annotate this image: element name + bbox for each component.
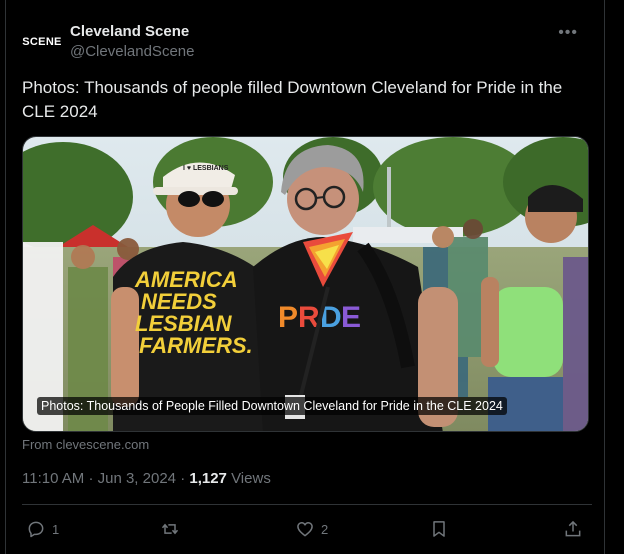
- views-count: 1,127: [189, 470, 227, 487]
- meta-separator-1: ·: [88, 470, 94, 487]
- like-icon: [297, 522, 313, 537]
- action-bar: 1 2: [22, 515, 592, 543]
- tweet-meta: 11:10 AM · Jun 3, 2024 · 1,127 Views: [22, 470, 271, 487]
- shirt-line-4: FARMERS.: [139, 333, 253, 358]
- bookmark-icon: [433, 521, 445, 537]
- tweet-media-card[interactable]: I ♥ LESBIANS AMERICA NEEDS LESBIAN FARME…: [22, 136, 589, 432]
- retweet-icon: [161, 523, 179, 535]
- avatar[interactable]: SCENE: [22, 22, 62, 62]
- author-handle[interactable]: @ClevelandScene: [70, 42, 194, 62]
- avatar-logo-text: SCENE: [22, 36, 62, 48]
- retweet-button[interactable]: [160, 515, 186, 543]
- bookmark-button[interactable]: [429, 515, 449, 543]
- reply-icon: [28, 521, 44, 538]
- meta-separator-2: ·: [180, 470, 186, 487]
- like-count: 2: [321, 521, 329, 537]
- link-source[interactable]: From clevescene.com: [22, 437, 149, 452]
- share-icon: [565, 520, 581, 537]
- left-border: [5, 0, 6, 554]
- svg-text:E: E: [341, 301, 361, 334]
- media-photo: I ♥ LESBIANS AMERICA NEEDS LESBIAN FARME…: [23, 137, 588, 431]
- views-label: Views: [231, 470, 271, 487]
- share-button[interactable]: [563, 515, 583, 543]
- svg-text:P: P: [278, 301, 298, 334]
- tweet-date[interactable]: Jun 3, 2024: [98, 470, 176, 487]
- like-button[interactable]: 2: [295, 515, 328, 543]
- divider: [22, 504, 592, 505]
- hat-text: I ♥ LESBIANS: [183, 165, 229, 172]
- tweet-time[interactable]: 11:10 AM: [22, 470, 84, 487]
- more-horizontal-icon[interactable]: •••: [558, 24, 578, 42]
- reply-count: 1: [52, 521, 60, 537]
- tweet-card: SCENE Cleveland Scene @ClevelandScene ••…: [0, 0, 624, 554]
- reply-button[interactable]: 1: [26, 515, 59, 543]
- media-caption: Photos: Thousands of People Filled Downt…: [37, 397, 507, 415]
- tweet-header: SCENE Cleveland Scene @ClevelandScene ••…: [22, 20, 592, 64]
- tweet-text: Photos: Thousands of people filled Downt…: [22, 78, 563, 121]
- author-display-name[interactable]: Cleveland Scene: [70, 22, 194, 42]
- author-names: Cleveland Scene @ClevelandScene: [70, 20, 194, 62]
- right-border: [604, 0, 605, 554]
